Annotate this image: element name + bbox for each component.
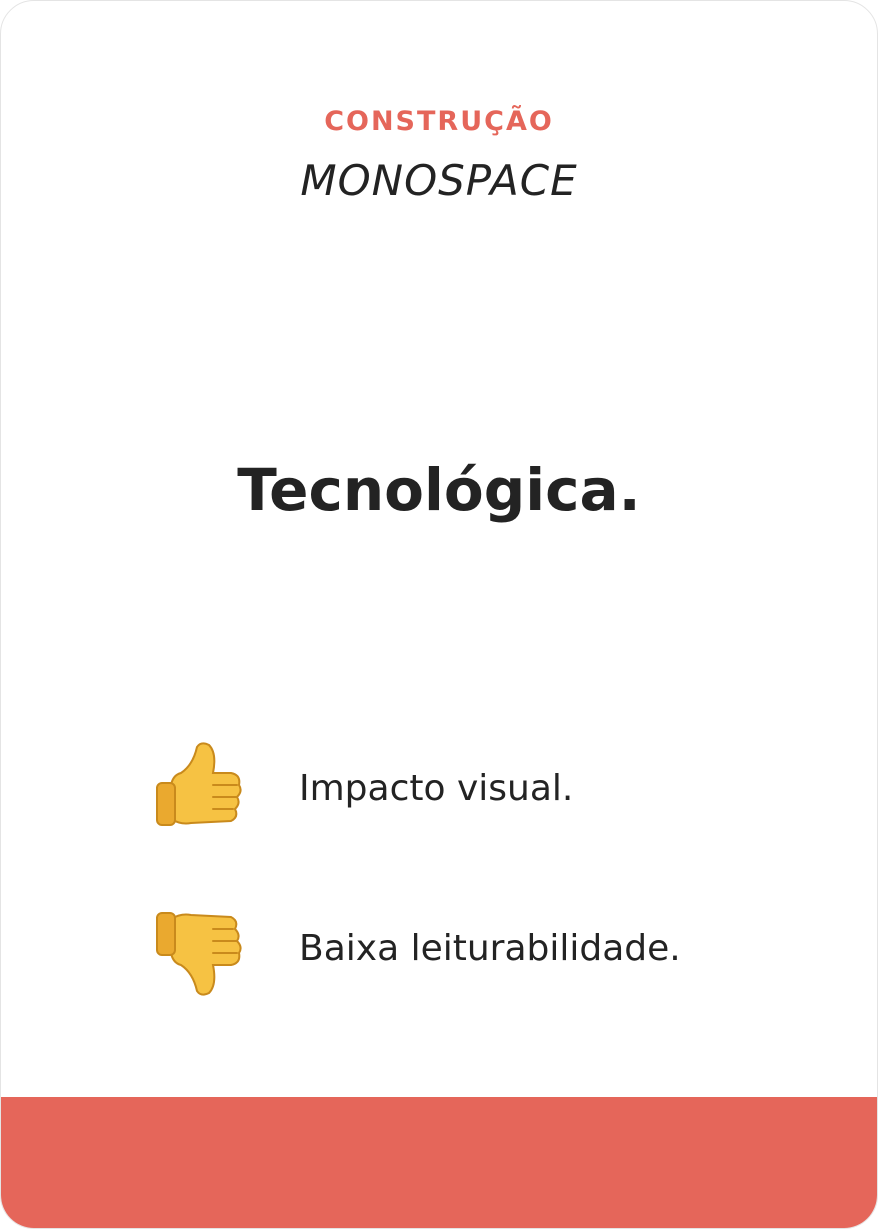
thumbs-down-icon [156,912,242,996]
pro-item: Impacto visual. [151,739,573,839]
con-label: Baixa leiturabilidade. [299,928,681,969]
con-item: Baixa leiturabilidade. [151,899,681,999]
font-style-title: MONOSPACE [300,156,578,205]
footer-bar [1,1097,877,1228]
headline: Tecnológica. [237,456,641,524]
pro-label: Impacto visual. [299,768,574,809]
font-card: CONSTRUÇÃO MONOSPACE Tecnológica. Impact… [0,0,878,1229]
thumbs-up-icon [156,742,242,826]
category-label: CONSTRUÇÃO [324,106,554,137]
